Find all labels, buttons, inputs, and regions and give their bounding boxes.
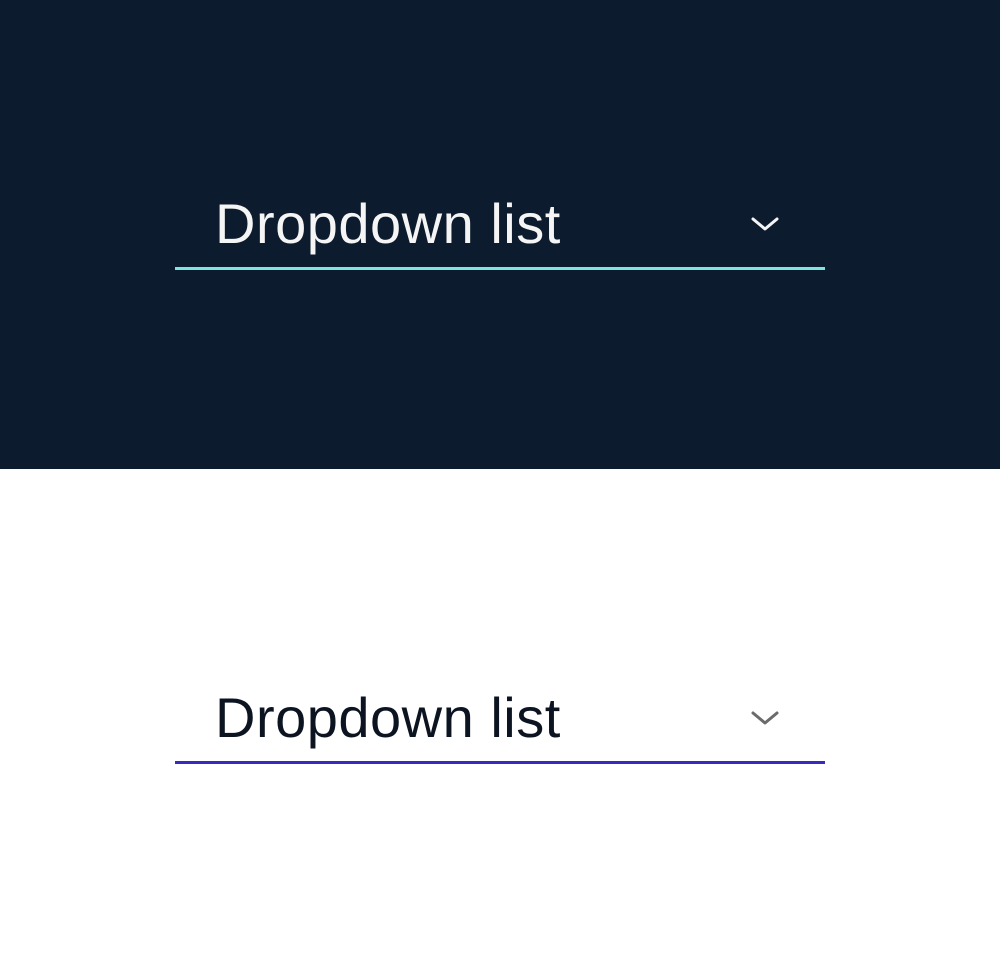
dropdown-dark-label: Dropdown list [215, 196, 561, 252]
chevron-down-icon [745, 698, 785, 738]
light-theme-panel: Dropdown list [0, 469, 1000, 967]
chevron-down-icon [745, 204, 785, 244]
dark-theme-panel: Dropdown list [0, 0, 1000, 469]
dropdown-light[interactable]: Dropdown list [175, 674, 825, 764]
dropdown-dark[interactable]: Dropdown list [175, 180, 825, 270]
dropdown-light-label: Dropdown list [215, 690, 561, 746]
